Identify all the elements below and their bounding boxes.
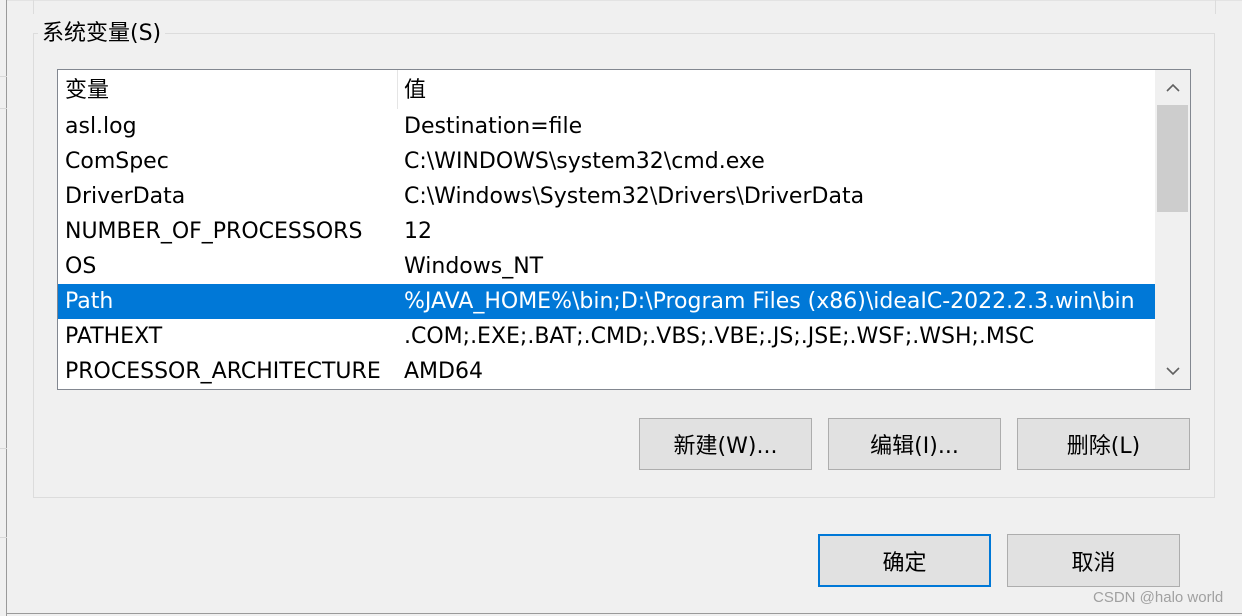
watermark: CSDN @halo world	[1093, 589, 1224, 606]
chevron-up-icon	[1165, 83, 1180, 92]
environment-variables-dialog: 系统变量(S) 变量 值 asl.log Destination=file ComS…	[0, 0, 1242, 616]
variable-value-cell: Windows_NT	[404, 254, 544, 279]
window-top-line	[7, 0, 1242, 1]
variable-value-cell: 12	[404, 219, 432, 244]
variable-value-cell: C:\WINDOWS\system32\cmd.exe	[404, 149, 765, 174]
table-row[interactable]: asl.log Destination=file	[58, 109, 1155, 144]
variable-name-cell: DriverData	[65, 184, 186, 209]
system-variables-title: 系统变量(S)	[38, 19, 166, 49]
variable-name-cell: asl.log	[65, 114, 137, 139]
table-row[interactable]: NUMBER_OF_PROCESSORS 12	[58, 214, 1155, 249]
variable-value-cell: .COM;.EXE;.BAT;.CMD;.VBS;.VBE;.JS;.JSE;.…	[404, 324, 1035, 349]
window-left-border	[6, 0, 7, 616]
previous-group-edge	[33, 0, 34, 14]
table-row[interactable]: DriverData C:\Windows\System32\Drivers\Dr…	[58, 179, 1155, 214]
variable-value-cell: Destination=file	[404, 114, 583, 139]
scroll-up-button[interactable]	[1155, 70, 1190, 105]
variable-value-cell: %JAVA_HOME%\bin;D:\Program Files (x86)\i…	[404, 289, 1135, 314]
variable-value-cell: AMD64	[404, 359, 483, 384]
table-row[interactable]: PROCESSOR_ARCHITECTURE AMD64	[58, 354, 1155, 389]
variable-name-cell: PROCESSOR_ARCHITECTURE	[65, 359, 381, 384]
window-left-tick	[0, 448, 7, 449]
scroll-down-button[interactable]	[1155, 354, 1190, 389]
ok-button[interactable]: 确定	[818, 534, 991, 587]
table-row-selected[interactable]: Path %JAVA_HOME%\bin;D:\Program Files (x8…	[58, 284, 1155, 319]
table-row[interactable]: ComSpec C:\WINDOWS\system32\cmd.exe	[58, 144, 1155, 179]
column-header-value[interactable]: 值	[397, 70, 1155, 109]
column-header-variable[interactable]: 变量	[58, 70, 397, 109]
variable-name-cell: NUMBER_OF_PROCESSORS	[65, 219, 363, 244]
variable-name-cell: OS	[65, 254, 97, 279]
edit-button[interactable]: 编辑(I)...	[828, 418, 1001, 470]
variable-value-cell: C:\Windows\System32\Drivers\DriverData	[404, 184, 865, 209]
chevron-down-icon	[1165, 367, 1180, 376]
vertical-scrollbar[interactable]	[1155, 70, 1190, 389]
table-row[interactable]: PATHEXT .COM;.EXE;.BAT;.CMD;.VBS;.VBE;.JS…	[58, 319, 1155, 354]
variable-name-cell: PATHEXT	[65, 324, 163, 349]
cancel-button[interactable]: 取消	[1007, 534, 1180, 587]
window-left-tick	[0, 537, 7, 538]
scroll-thumb[interactable]	[1157, 105, 1188, 212]
window-bottom-line	[7, 613, 1242, 614]
delete-button[interactable]: 删除(L)	[1017, 418, 1190, 470]
previous-group-edge	[1215, 0, 1216, 14]
variable-name-cell: ComSpec	[65, 149, 169, 174]
table-row[interactable]: OS Windows_NT	[58, 249, 1155, 284]
new-button[interactable]: 新建(W)...	[639, 418, 812, 470]
system-variables-list[interactable]: 变量 值 asl.log Destination=file ComSpec C:\WI…	[57, 69, 1191, 390]
window-left-tick	[0, 76, 7, 77]
variable-name-cell: Path	[65, 289, 114, 314]
list-header: 变量 值	[58, 70, 1155, 109]
window-left-tick	[0, 108, 7, 109]
